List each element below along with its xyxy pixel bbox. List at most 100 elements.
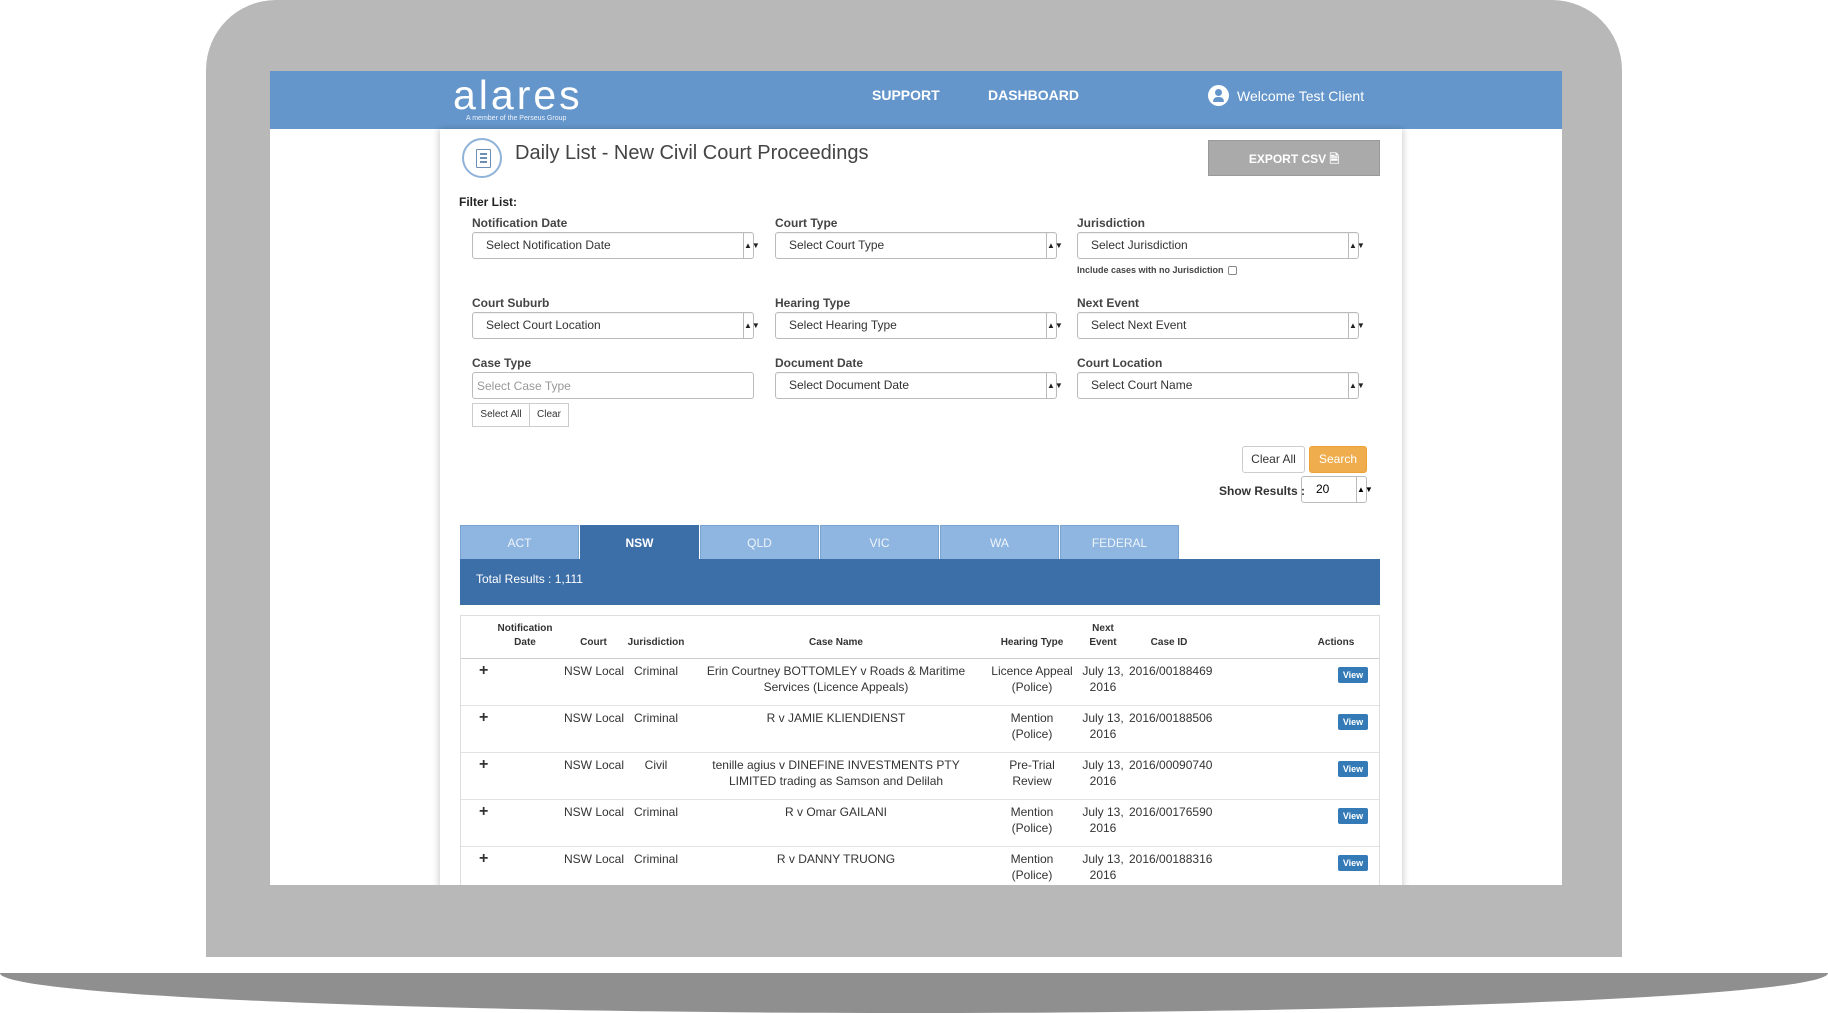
show-results-select[interactable]: 20 ▲▼ xyxy=(1301,476,1373,503)
document-date-select[interactable]: Select Document Date ▲▼ xyxy=(775,372,1063,399)
header-court[interactable]: Court xyxy=(571,636,616,650)
expand-plus-icon[interactable]: + xyxy=(479,662,488,680)
cell-case-id: 2016/00188316 xyxy=(1129,852,1213,866)
jurisdiction-select[interactable]: Select Jurisdiction ▲▼ xyxy=(1077,232,1365,259)
view-button[interactable]: View xyxy=(1338,761,1368,777)
view-button[interactable]: View xyxy=(1338,855,1368,871)
case-type-input[interactable] xyxy=(472,372,754,399)
clear-all-button[interactable]: Clear All xyxy=(1242,446,1305,473)
case-type-select-all-button[interactable]: Select All xyxy=(472,403,530,427)
tab-act[interactable]: ACT xyxy=(460,525,579,559)
header-actions: Actions xyxy=(1317,637,1355,648)
header-jurisdiction[interactable]: Jurisdiction xyxy=(626,636,686,650)
caret-icon: ▲▼ xyxy=(1348,233,1365,258)
court-suburb-select[interactable]: Select Court Location ▲▼ xyxy=(472,312,760,339)
search-button[interactable]: Search xyxy=(1309,446,1367,473)
table-row: + NSW Local Criminal Erin Courtney BOTTO… xyxy=(461,658,1379,706)
cell-jurisdiction: Criminal xyxy=(633,664,678,678)
court-suburb-label: Court Suburb xyxy=(472,296,550,310)
cell-case-name: Erin Courtney BOTTOMLEY v Roads & Mariti… xyxy=(706,664,966,694)
tab-vic[interactable]: VIC xyxy=(820,525,939,559)
user-menu[interactable]: Welcome Test Client xyxy=(1208,85,1364,106)
table-row: + NSW Local Criminal R v JAMIE KLIENDIEN… xyxy=(461,705,1379,753)
state-tabs: ACT NSW QLD VIC WA FEDERAL xyxy=(460,525,1180,560)
tab-nsw[interactable]: NSW xyxy=(580,525,699,560)
hearing-type-label: Hearing Type xyxy=(775,296,851,310)
tab-qld[interactable]: QLD xyxy=(700,525,819,559)
hearing-type-select[interactable]: Select Hearing Type ▲▼ xyxy=(775,312,1063,339)
nav-support[interactable]: SUPPORT xyxy=(872,87,940,103)
notification-date-label: Notification Date xyxy=(472,216,568,230)
cell-hearing-type: Mention (Police) xyxy=(1010,805,1054,835)
cell-hearing-type: Mention (Police) xyxy=(1010,852,1054,882)
case-type-clear-button[interactable]: Clear xyxy=(529,403,569,427)
cell-jurisdiction: Criminal xyxy=(633,711,678,725)
court-type-select[interactable]: Select Court Type ▲▼ xyxy=(775,232,1063,259)
header-case-id[interactable]: Case ID xyxy=(1131,636,1207,650)
header-hearing-type[interactable]: Hearing Type xyxy=(989,636,1075,650)
show-results-label: Show Results : xyxy=(1219,484,1306,498)
nav-dashboard[interactable]: DASHBOARD xyxy=(988,87,1079,103)
caret-icon: ▲▼ xyxy=(743,233,760,258)
jurisdiction-label: Jurisdiction xyxy=(1077,216,1146,230)
include-no-jurisdiction: Include cases with no Jurisdiction xyxy=(1077,265,1237,275)
next-event-select[interactable]: Select Next Event ▲▼ xyxy=(1077,312,1365,339)
expand-plus-icon[interactable]: + xyxy=(479,803,488,821)
court-type-label: Court Type xyxy=(775,216,838,230)
page-title: Daily List - New Civil Court Proceedings xyxy=(515,142,869,164)
document-date-label: Document Date xyxy=(775,356,864,370)
tab-federal[interactable]: FEDERAL xyxy=(1060,525,1179,559)
cell-court: NSW Local xyxy=(563,664,625,678)
header-notification-date[interactable]: Notification Date xyxy=(493,622,557,650)
cell-next-event: July 13, 2016 xyxy=(1082,805,1124,835)
header-next-event[interactable]: Next Event xyxy=(1081,622,1125,650)
include-no-jurisdiction-checkbox[interactable] xyxy=(1227,265,1237,275)
caret-icon: ▲▼ xyxy=(1046,373,1063,398)
tab-wa[interactable]: WA xyxy=(940,525,1059,559)
app-header: alares A member of the Perseus Group SUP… xyxy=(270,71,1562,129)
file-icon: 🗎 xyxy=(1329,152,1340,166)
caret-icon: ▲▼ xyxy=(1356,477,1373,502)
cell-next-event: July 13, 2016 xyxy=(1082,711,1124,741)
cell-case-id: 2016/00188469 xyxy=(1129,664,1213,678)
cell-case-name: tenille agius v DINEFINE INVESTMENTS PTY… xyxy=(712,758,960,788)
include-no-jurisdiction-label: Include cases with no Jurisdiction xyxy=(1077,265,1224,275)
cell-jurisdiction: Criminal xyxy=(633,805,678,819)
expand-plus-icon[interactable]: + xyxy=(479,850,488,868)
cell-case-id: 2016/00090740 xyxy=(1129,758,1213,772)
results-table: Notification Date Court Jurisdiction Cas… xyxy=(460,615,1380,885)
cell-jurisdiction: Criminal xyxy=(633,852,678,866)
view-button[interactable]: View xyxy=(1338,808,1368,824)
court-location-select[interactable]: Select Court Name ▲▼ xyxy=(1077,372,1365,399)
cell-hearing-type: Mention (Police) xyxy=(1010,711,1054,741)
laptop-base xyxy=(0,973,1828,1013)
expand-plus-icon[interactable]: + xyxy=(479,756,488,774)
document-list-icon xyxy=(462,138,502,178)
court-location-label: Court Location xyxy=(1077,356,1163,370)
welcome-text: Welcome Test Client xyxy=(1237,87,1365,104)
alares-logo[interactable]: alares xyxy=(453,73,583,117)
cell-next-event: July 13, 2016 xyxy=(1082,852,1124,882)
header-case-name[interactable]: Case Name xyxy=(696,636,976,650)
view-button[interactable]: View xyxy=(1338,667,1368,683)
content-panel: Daily List - New Civil Court Proceedings… xyxy=(440,129,1402,885)
cell-court: NSW Local xyxy=(563,852,625,866)
filter-heading: Filter List: xyxy=(459,195,518,209)
export-csv-button[interactable]: EXPORT CSV 🗎 xyxy=(1208,140,1380,176)
cell-jurisdiction: Civil xyxy=(644,758,668,772)
expand-plus-icon[interactable]: + xyxy=(479,709,488,727)
total-results-bar: Total Results : 1,111 xyxy=(460,559,1380,605)
view-button[interactable]: View xyxy=(1338,714,1368,730)
logo-tagline: A member of the Perseus Group xyxy=(466,115,567,122)
cell-case-name: R v Omar GAILANI xyxy=(784,805,888,819)
cell-case-name: R v JAMIE KLIENDIENST xyxy=(766,711,906,725)
table-header: Notification Date Court Jurisdiction Cas… xyxy=(461,616,1379,659)
caret-icon: ▲▼ xyxy=(1348,313,1365,338)
user-avatar-icon xyxy=(1208,85,1229,106)
cell-case-id: 2016/00188506 xyxy=(1129,711,1213,725)
next-event-label: Next Event xyxy=(1077,296,1140,310)
cell-court: NSW Local xyxy=(563,805,625,819)
notification-date-select[interactable]: Select Notification Date ▲▼ xyxy=(472,232,760,259)
cell-case-id: 2016/00176590 xyxy=(1129,805,1213,819)
cell-hearing-type: Licence Appeal (Police) xyxy=(991,664,1073,694)
